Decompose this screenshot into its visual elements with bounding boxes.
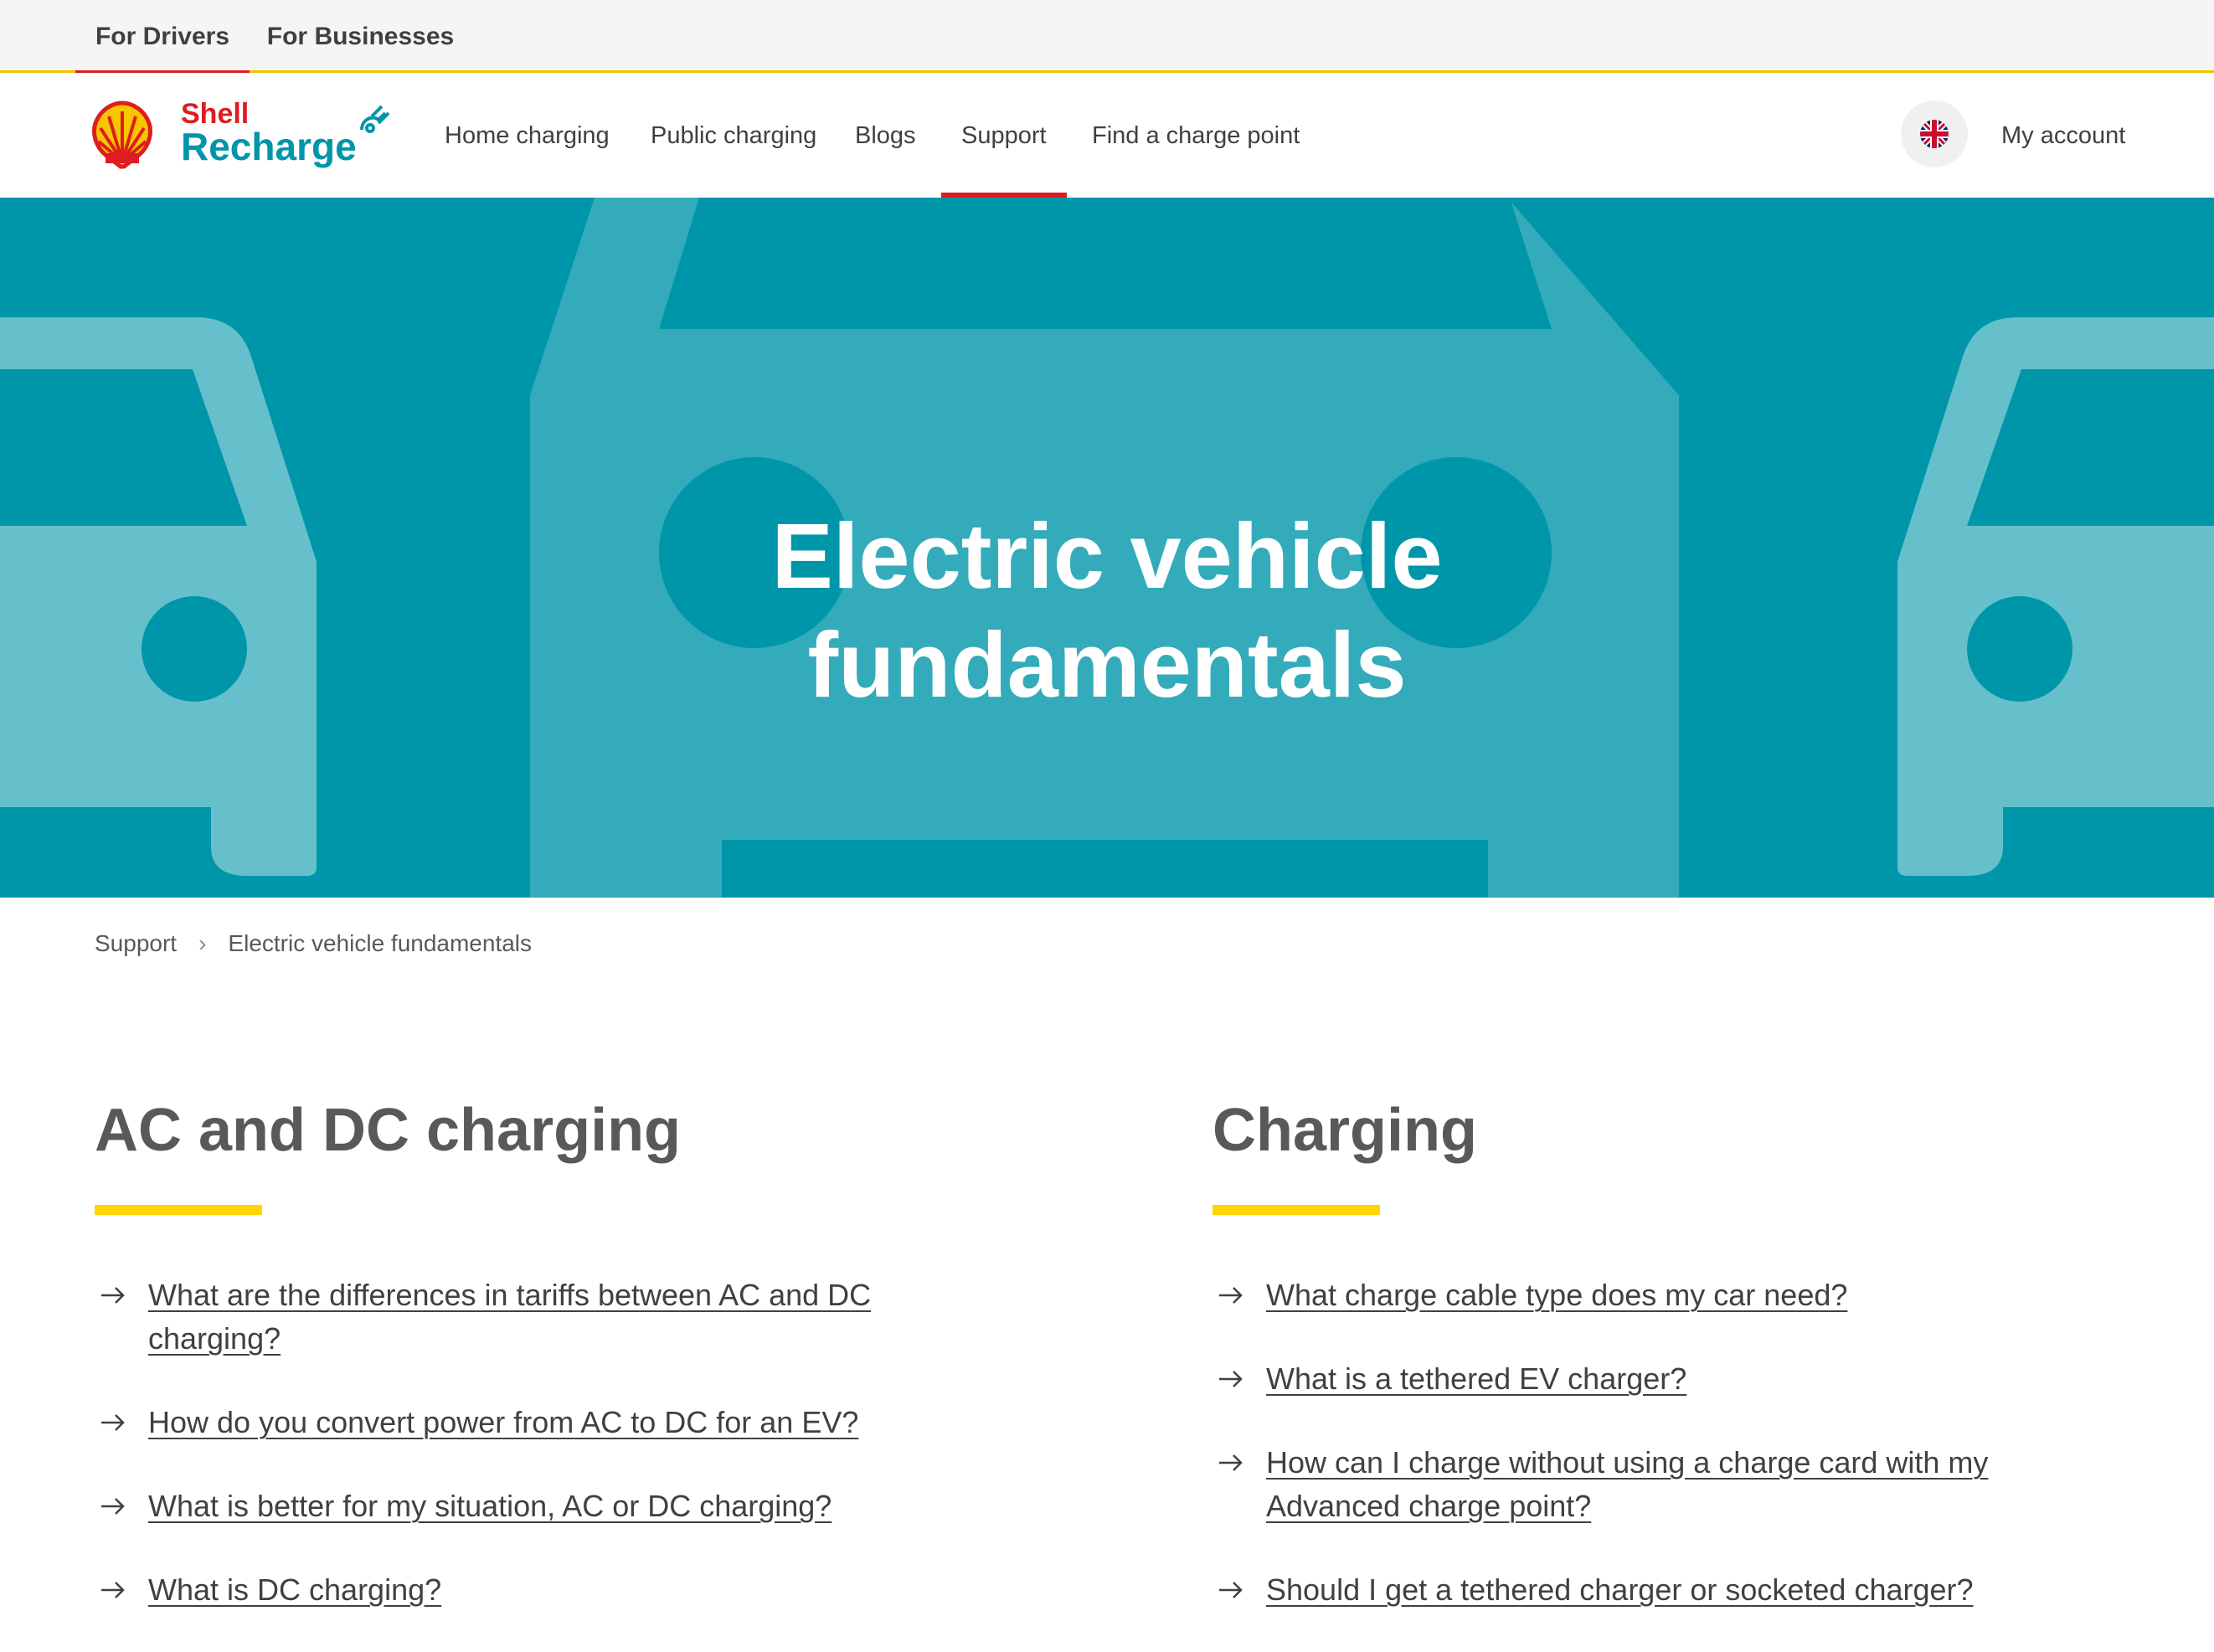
list-item: What are the differences in tariffs betw…	[95, 1274, 898, 1361]
question-link[interactable]: What are the differences in tariffs betw…	[148, 1278, 871, 1356]
list-item: Should I get a tethered charger or socke…	[1213, 1568, 2016, 1612]
page-title-line-2: fundamentals	[807, 613, 1407, 717]
section-title: AC and DC charging	[95, 1097, 682, 1164]
section-ac-dc-charging: AC and DC charging What are the differen…	[95, 1088, 898, 1652]
question-link[interactable]: How do you convert power from AC to DC f…	[148, 1405, 858, 1439]
breadcrumb-separator: ›	[198, 930, 207, 956]
arrow-right-icon	[101, 1414, 125, 1431]
page-title: Electric vehicle fundamentals	[0, 502, 2214, 720]
nav-public-charging[interactable]: Public charging	[651, 73, 816, 198]
list-item: What is a tethered EV charger?	[1213, 1357, 2016, 1401]
question-link[interactable]: What is a tethered EV charger?	[1266, 1361, 1686, 1396]
question-link[interactable]: Should I get a tethered charger or socke…	[1266, 1572, 1974, 1607]
logo-recharge-text: Recharge	[181, 125, 357, 168]
list-item: How can I charge without using a charge …	[1213, 1441, 2016, 1528]
list-item: What is better for my situation, AC or D…	[95, 1485, 898, 1528]
nav-find-charge-point[interactable]: Find a charge point	[1092, 73, 1300, 198]
plug-icon	[360, 105, 390, 133]
arrow-right-icon	[1219, 1287, 1243, 1304]
arrow-right-icon	[101, 1498, 125, 1515]
nav-support[interactable]: Support	[941, 73, 1067, 198]
question-link[interactable]: How can I charge without using a charge …	[1266, 1445, 1988, 1523]
page-title-line-1: Electric vehicle	[771, 504, 1443, 608]
arrow-right-icon	[101, 1287, 125, 1304]
question-link[interactable]: What is better for my situation, AC or D…	[148, 1489, 832, 1523]
question-link[interactable]: What is DC charging?	[148, 1572, 441, 1607]
language-selector[interactable]	[1901, 100, 1968, 167]
breadcrumb: Support › Electric vehicle fundamentals	[95, 925, 532, 962]
main-navigation: Shell Recharge Home charging Public char…	[0, 73, 2214, 198]
shell-recharge-logo[interactable]: Shell Recharge	[90, 98, 392, 171]
arrow-right-icon	[101, 1582, 125, 1598]
uk-flag-icon	[1920, 120, 1949, 148]
list-item: What charge cable type does my car need?	[1213, 1274, 2016, 1317]
my-account-link[interactable]: My account	[2001, 73, 2125, 198]
section-charging: Charging What charge cable type does my …	[1213, 1088, 2016, 1652]
audience-switcher: For Drivers For Businesses	[0, 0, 2214, 75]
nav-home-charging[interactable]: Home charging	[445, 73, 610, 198]
tab-for-drivers[interactable]: For Drivers	[75, 0, 250, 75]
arrow-right-icon	[1219, 1582, 1243, 1598]
section-title-underline	[95, 1205, 262, 1215]
section-title: Charging	[1213, 1097, 1477, 1164]
tab-for-businesses[interactable]: For Businesses	[266, 0, 455, 73]
nav-blogs[interactable]: Blogs	[855, 73, 916, 198]
list-item: What is DC charging?	[95, 1568, 898, 1612]
question-list: What are the differences in tariffs betw…	[95, 1274, 898, 1612]
breadcrumb-current: Electric vehicle fundamentals	[228, 930, 533, 956]
list-item: How do you convert power from AC to DC f…	[95, 1401, 898, 1444]
arrow-right-icon	[1219, 1454, 1243, 1471]
hero-banner: Electric vehicle fundamentals	[0, 198, 2214, 898]
breadcrumb-support[interactable]: Support	[95, 930, 177, 956]
arrow-right-icon	[1219, 1371, 1243, 1387]
question-list: What charge cable type does my car need?…	[1213, 1274, 2016, 1612]
section-title-underline	[1213, 1205, 1380, 1215]
question-link[interactable]: What charge cable type does my car need?	[1266, 1278, 1847, 1312]
